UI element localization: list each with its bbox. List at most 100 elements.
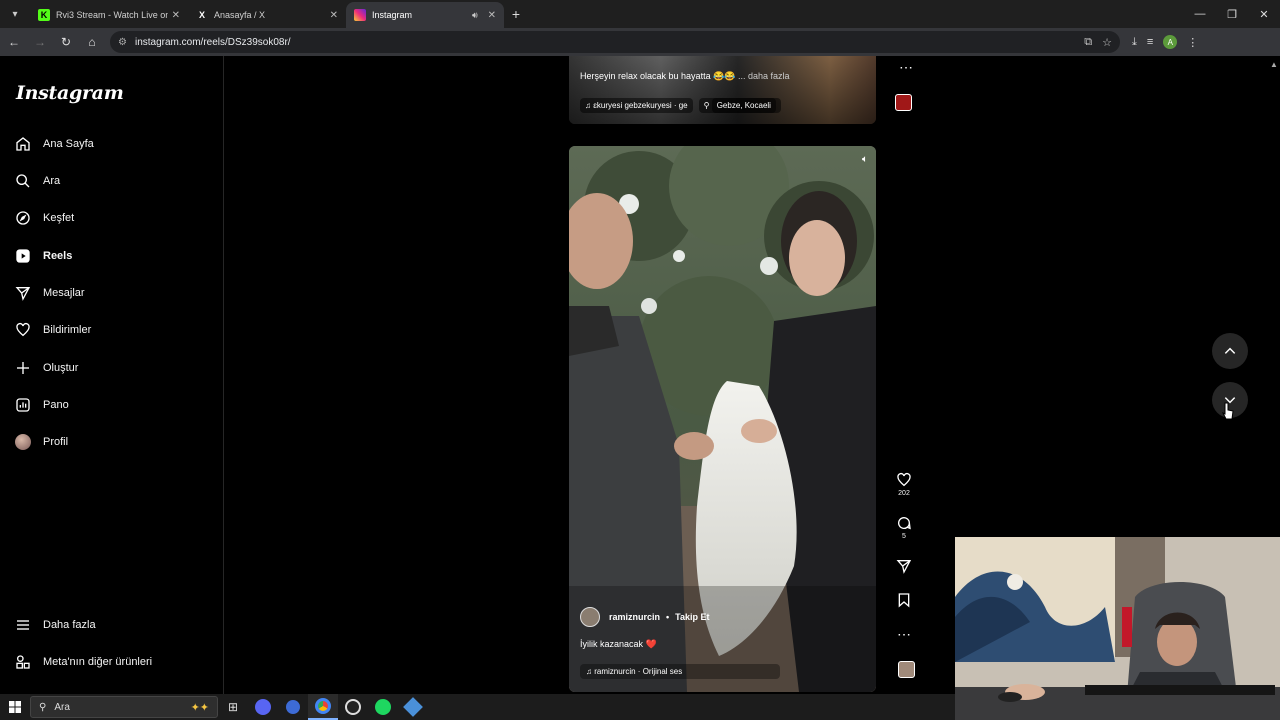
task-view-icon[interactable]: ⊞ xyxy=(218,694,248,720)
restore-icon[interactable]: ❐ xyxy=(1216,0,1248,28)
comment-count: 5 xyxy=(902,533,906,540)
menu-kebab-icon[interactable]: ⋮ xyxy=(1187,36,1198,49)
hamburger-icon xyxy=(14,616,32,634)
sidebar-item-reels[interactable]: Reels xyxy=(14,244,72,268)
current-reel-video[interactable]: 🔈︎ ramiznurcin • Takip Et İyilik kazanac… xyxy=(569,146,876,692)
windows-start-button[interactable] xyxy=(0,694,30,720)
sidebar-item-messages[interactable]: Mesajlar xyxy=(14,281,85,305)
sidebar-item-dashboard[interactable]: Pano xyxy=(14,393,69,417)
address-bar[interactable]: ⚙ instagram.com/reels/DSz39sok08r/ ⧉ ☆ xyxy=(110,31,1120,53)
sidebar-more-button[interactable]: Daha fazla xyxy=(14,613,96,637)
like-button[interactable]: 202 xyxy=(893,472,915,497)
comment-button[interactable]: 5 xyxy=(893,515,915,540)
save-button[interactable] xyxy=(893,592,915,610)
media-control-icon[interactable]: ≡ xyxy=(1147,36,1153,48)
sidebar-item-notifications[interactable]: Bildirimler xyxy=(14,318,91,342)
browser-toolbar: ← → ↻ ⌂ ⚙ instagram.com/reels/DSz39sok08… xyxy=(0,28,1280,56)
audio-tag[interactable]: ♫ ɛkuryesi gebzekuryesi · ge xyxy=(580,98,693,113)
app-cube-icon[interactable] xyxy=(398,694,428,720)
sidebar-item-create[interactable]: Oluştur xyxy=(14,356,78,380)
like-count: 202 xyxy=(898,490,910,497)
previous-reel-audio-thumb[interactable] xyxy=(895,94,912,111)
cast-icon[interactable]: ⧉ xyxy=(1084,36,1092,49)
speaker-icon[interactable]: 🔊︎ xyxy=(472,10,478,21)
previous-reel-more-icon[interactable]: ⋯ xyxy=(895,60,917,74)
previous-reel[interactable]: Herşeyin relax olacak bu hayatta 😂😂 ... … xyxy=(569,56,876,124)
send-icon xyxy=(14,284,32,302)
bookmark-icon xyxy=(896,592,912,610)
forward-icon[interactable]: → xyxy=(28,30,52,54)
sidebar-meta-button[interactable]: Meta'nın diğer ürünleri xyxy=(14,650,152,674)
discord-icon[interactable] xyxy=(248,694,278,720)
search-icon: ⚲ xyxy=(39,701,47,713)
search-icon xyxy=(14,172,32,190)
taskbar-search-placeholder: Ara xyxy=(54,701,70,713)
close-icon[interactable]: ✕ xyxy=(172,10,180,21)
more-options-button[interactable]: ⋯ xyxy=(893,627,915,641)
reel-caption: İyilik kazanacak ❤️ xyxy=(580,639,657,649)
new-tab-button[interactable]: + xyxy=(504,2,528,26)
tab-title: Anasayfa / X xyxy=(214,10,266,20)
heart-icon xyxy=(14,321,32,339)
url-text: instagram.com/reels/DSz39sok08r/ xyxy=(134,36,291,48)
taskbar-search[interactable]: ⚲ Ara ✦✦ xyxy=(30,696,218,718)
tab-title: Instagram xyxy=(372,10,413,20)
windows-logo-icon xyxy=(9,701,21,713)
sidebar-item-home[interactable]: Ana Sayfa xyxy=(14,132,94,156)
scrollbar-up-icon[interactable]: ▲ xyxy=(1270,60,1278,72)
meta-apps-icon xyxy=(14,653,32,671)
download-icon[interactable]: ⤓ xyxy=(1132,36,1137,49)
close-icon[interactable]: ✕ xyxy=(488,10,496,21)
kebab-icon: ⋯ xyxy=(897,626,911,642)
speaker-icon[interactable]: 🔈︎ xyxy=(862,154,868,165)
send-icon xyxy=(896,558,912,576)
tab-kick[interactable]: K Rvi3 Stream - Watch Live on Ki ✕ xyxy=(30,2,188,28)
webcam-frame xyxy=(955,537,1280,720)
tab-search-icon[interactable]: ▾ xyxy=(4,3,26,25)
sidebar-item-label: Reels xyxy=(43,250,73,262)
sidebar-item-search[interactable]: Ara xyxy=(14,169,60,193)
share-button[interactable] xyxy=(893,558,915,576)
reel-audio[interactable]: ♫ ramiznurcin · Orijinal ses xyxy=(580,664,780,679)
author-username[interactable]: ramiznurcin xyxy=(609,612,660,622)
tab-instagram[interactable]: Instagram 🔊︎ ✕ xyxy=(346,2,504,28)
audio-thumb-image xyxy=(897,661,915,678)
more-link[interactable]: ... daha fazla xyxy=(738,71,790,81)
minimize-icon[interactable]: — xyxy=(1184,0,1216,28)
mouse-cursor-icon xyxy=(1222,402,1234,420)
audio-thumbnail[interactable] xyxy=(895,661,917,678)
app-icon[interactable] xyxy=(278,694,308,720)
reload-icon[interactable]: ↻ xyxy=(54,30,78,54)
tab-x[interactable]: X Anasayfa / X ✕ xyxy=(188,2,346,28)
site-info-icon[interactable]: ⚙ xyxy=(118,37,127,48)
chrome-icon[interactable] xyxy=(308,694,338,720)
previous-reel-button[interactable] xyxy=(1212,333,1248,369)
instagram-favicon-icon xyxy=(354,9,366,21)
windows-taskbar: ⚲ Ara ✦✦ ⊞ xyxy=(0,694,955,720)
back-icon[interactable]: ← xyxy=(2,30,26,54)
window-controls: — ❐ ✕ xyxy=(1184,0,1280,28)
author-avatar[interactable] xyxy=(580,607,600,627)
instagram-logo[interactable]: Instagram xyxy=(16,82,124,104)
close-icon[interactable]: ✕ xyxy=(330,10,338,21)
bookmark-star-icon[interactable]: ☆ xyxy=(1102,36,1112,49)
sidebar-item-explore[interactable]: Keşfet xyxy=(14,206,74,230)
sidebar-item-label: Pano xyxy=(43,399,69,411)
sidebar-item-label: Mesajlar xyxy=(43,287,85,299)
previous-reel-tags: ♫ ɛkuryesi gebzekuryesi · ge ⚲ Gebze, Ko… xyxy=(580,98,781,113)
heart-icon xyxy=(896,472,912,490)
sidebar-item-profile[interactable]: Profil xyxy=(14,430,68,454)
sidebar-item-label: Profil xyxy=(43,436,69,448)
comment-icon xyxy=(896,515,912,533)
sidebar-more-label: Daha fazla xyxy=(43,619,96,631)
sidebar-item-label: Ara xyxy=(43,175,61,187)
follow-button[interactable]: Takip Et xyxy=(675,612,709,622)
reel-author: ramiznurcin • Takip Et xyxy=(580,607,710,627)
close-window-icon[interactable]: ✕ xyxy=(1248,0,1280,28)
obs-icon[interactable] xyxy=(338,694,368,720)
location-tag[interactable]: ⚲ Gebze, Kocaeli xyxy=(698,98,781,113)
spotify-icon[interactable] xyxy=(368,694,398,720)
plus-icon xyxy=(14,359,32,377)
profile-avatar[interactable]: A xyxy=(1163,35,1178,49)
home-icon[interactable]: ⌂ xyxy=(80,30,104,54)
